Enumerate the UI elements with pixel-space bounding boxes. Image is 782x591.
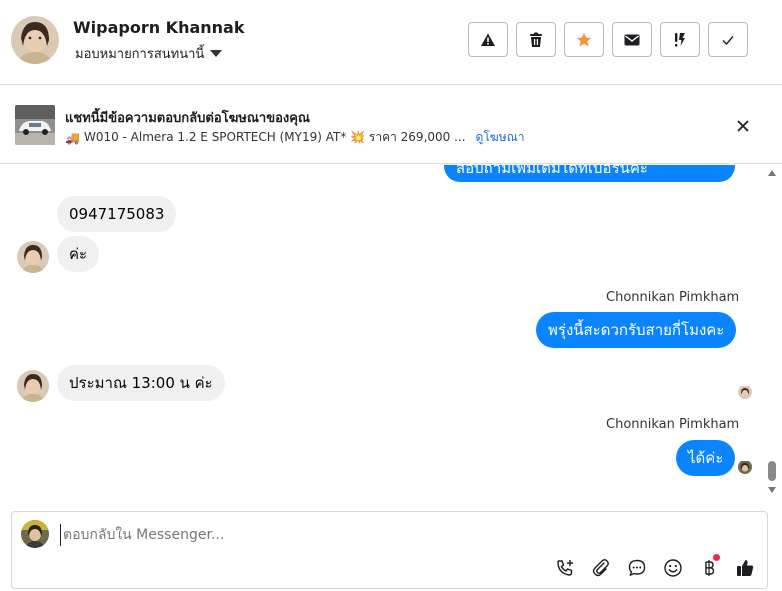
- follow-up-button[interactable]: [660, 22, 700, 57]
- ad-description: W010 - Almera 1.2 E SPORTECH (MY19) AT* …: [83, 130, 466, 144]
- outgoing-message[interactable]: พรุ่งนี้สะดวกรับสายกี่โมงคะ: [536, 312, 737, 348]
- baht-icon: [705, 560, 715, 576]
- conversation-header: Wipaporn Khannak มอบหมายการสนทนานี้: [0, 0, 782, 85]
- ad-reply-banner: แชทนี้มีข้อความตอบกลับต่อโฆษณาของคุณ 🚚 W…: [0, 86, 782, 164]
- call-add-icon: [557, 560, 573, 576]
- contact-avatar-small: [17, 370, 49, 402]
- assign-label: มอบหมายการสนทนานี้: [75, 47, 205, 62]
- attach-button[interactable]: [589, 556, 613, 580]
- envelope-icon: [624, 34, 640, 45]
- mark-unread-button[interactable]: [612, 22, 652, 57]
- thread-scrollbar[interactable]: [765, 165, 779, 500]
- sender-name: Chonnikan Pimkham: [606, 417, 740, 432]
- exclamation-icon: [675, 32, 685, 47]
- seen-indicator: [738, 460, 752, 474]
- emoji-icon: [664, 559, 682, 577]
- incoming-message[interactable]: ประมาณ 13:00 น ค่ะ: [57, 365, 225, 401]
- report-button[interactable]: [468, 22, 508, 57]
- warning-icon: [481, 33, 495, 46]
- notification-dot: [713, 554, 720, 561]
- message-thread[interactable]: สอบถามเพิ่มเติมได้ที่เบอร์นี้ค่ะ 0947175…: [0, 165, 782, 500]
- outgoing-message-partial[interactable]: สอบถามเพิ่มเติมได้ที่เบอร์นี้ค่ะ: [444, 165, 735, 182]
- emoji-button[interactable]: [661, 556, 685, 580]
- ad-banner-title: แชทนี้มีข้อความตอบกลับต่อโฆษณาของคุณ: [65, 111, 310, 126]
- mark-done-button[interactable]: [708, 22, 748, 57]
- saved-reply-button[interactable]: [625, 556, 649, 580]
- ad-thumbnail[interactable]: [15, 105, 55, 145]
- incoming-message[interactable]: 0947175083: [57, 196, 177, 232]
- trash-icon: [530, 32, 542, 47]
- payment-button[interactable]: [697, 554, 721, 580]
- star-button[interactable]: [564, 22, 604, 57]
- incoming-message[interactable]: ค่ะ: [57, 236, 100, 272]
- scroll-up-arrow[interactable]: [768, 170, 776, 176]
- sender-name: Chonnikan Pimkham: [606, 290, 740, 305]
- truck-icon: 🚚: [65, 130, 80, 145]
- outgoing-message[interactable]: ได้ค่ะ: [676, 440, 736, 476]
- contact-avatar-small: [17, 241, 49, 273]
- close-banner-button[interactable]: [733, 116, 753, 136]
- view-ad-link[interactable]: ดูโฆษณา: [476, 128, 525, 147]
- thumbs-up-icon: [737, 560, 754, 576]
- seen-indicator: [738, 385, 752, 399]
- scroll-thumb[interactable]: [768, 461, 776, 481]
- caret-down-icon: [210, 50, 223, 57]
- scroll-down-arrow[interactable]: [768, 487, 776, 493]
- call-button[interactable]: [553, 556, 577, 580]
- agent-avatar: [21, 520, 49, 548]
- contact-name[interactable]: Wipaporn Khannak: [73, 18, 244, 37]
- star-icon: [576, 32, 592, 46]
- reply-composer: [11, 511, 768, 589]
- like-button[interactable]: [733, 556, 757, 580]
- delete-button[interactable]: [516, 22, 556, 57]
- close-icon: [737, 120, 749, 132]
- check-icon: [722, 35, 734, 45]
- ad-description-row: 🚚 W010 - Almera 1.2 E SPORTECH (MY19) AT…: [65, 128, 524, 147]
- saved-reply-icon: [628, 559, 646, 577]
- paperclip-icon: [592, 559, 609, 577]
- assign-conversation-dropdown[interactable]: มอบหมายการสนทนานี้: [75, 43, 223, 64]
- contact-avatar[interactable]: [11, 16, 59, 64]
- reply-input[interactable]: [60, 524, 750, 546]
